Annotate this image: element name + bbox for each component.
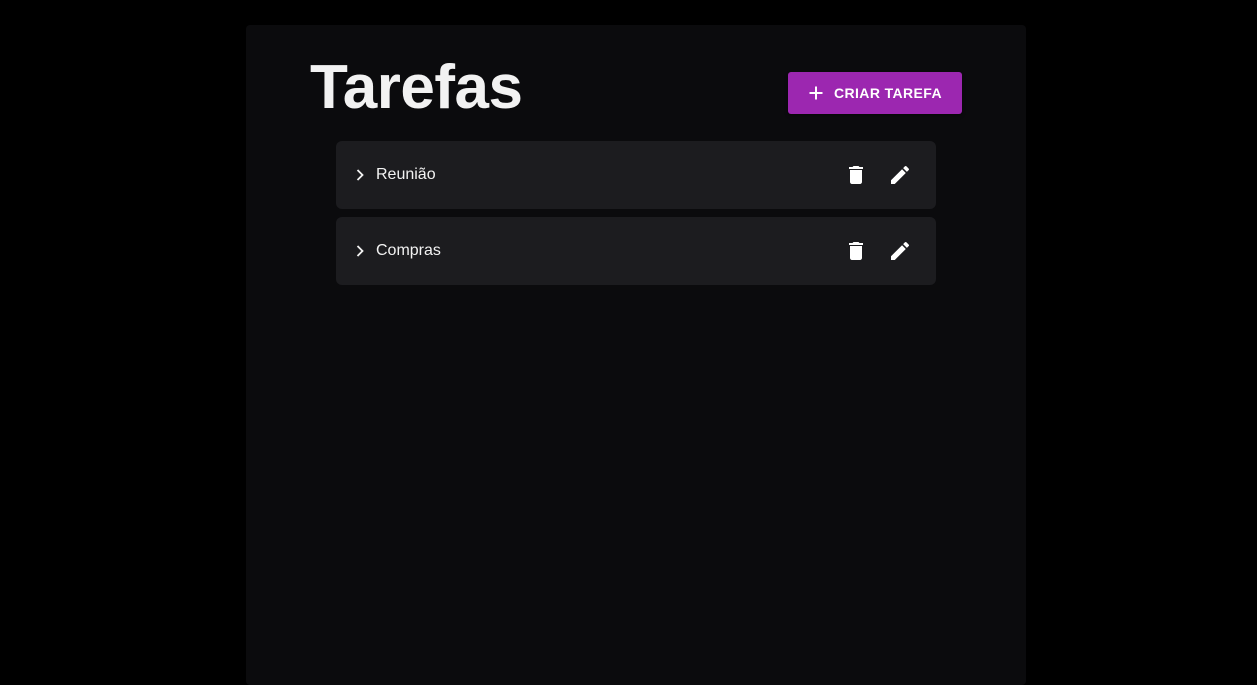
main-panel: Tarefas CRIAR TAREFA Reunião Compras: [246, 25, 1026, 685]
task-list: Reunião Compras: [336, 141, 936, 293]
delete-task-button[interactable]: [844, 163, 868, 187]
edit-task-button[interactable]: [888, 239, 912, 263]
task-item[interactable]: Reunião: [336, 141, 936, 209]
task-label: Reunião: [376, 166, 436, 183]
chevron-right-icon[interactable]: [352, 243, 368, 259]
task-item[interactable]: Compras: [336, 217, 936, 285]
create-task-button[interactable]: CRIAR TAREFA: [788, 72, 962, 114]
page-title: Tarefas: [310, 53, 523, 122]
delete-task-button[interactable]: [844, 239, 868, 263]
create-task-label: CRIAR TAREFA: [834, 85, 942, 101]
trash-icon: [844, 163, 868, 187]
pencil-icon: [888, 239, 912, 263]
edit-task-button[interactable]: [888, 163, 912, 187]
trash-icon: [844, 239, 868, 263]
task-actions: [844, 163, 912, 187]
chevron-right-icon[interactable]: [352, 167, 368, 183]
task-actions: [844, 239, 912, 263]
pencil-icon: [888, 163, 912, 187]
task-label: Compras: [376, 242, 441, 259]
plus-icon: [808, 85, 824, 101]
